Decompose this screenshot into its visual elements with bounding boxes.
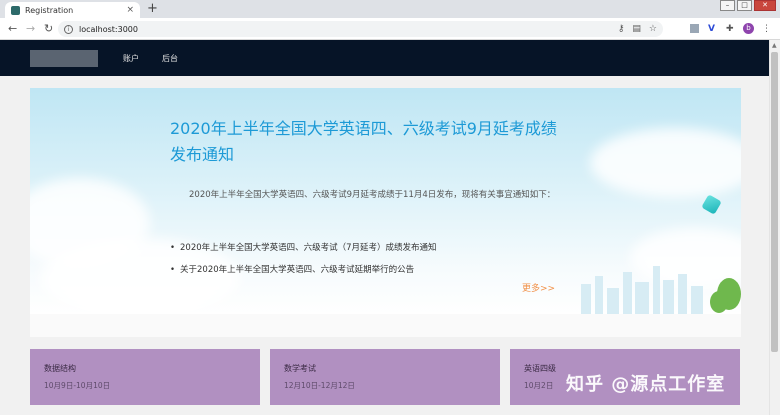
site-header: 账户 后台 bbox=[0, 40, 769, 76]
omnibox[interactable]: i localhost:3000 ⚷ ▤ ☆ bbox=[58, 21, 663, 37]
new-tab-button[interactable]: + bbox=[147, 1, 158, 17]
translate-icon[interactable]: ▤ bbox=[632, 24, 641, 34]
puzzle-icon[interactable]: ✚ bbox=[726, 22, 734, 36]
browser-tab[interactable]: Registration × bbox=[5, 2, 140, 18]
menu-dots-icon[interactable]: ⋮ bbox=[762, 22, 771, 36]
section-divider bbox=[30, 314, 741, 337]
announcement-link[interactable]: 关于2020年上半年全国大学英语四、六级考试延期举行的公告 bbox=[170, 259, 437, 281]
card-title: 数据结构 bbox=[44, 364, 76, 373]
reload-icon[interactable]: ↻ bbox=[44, 21, 53, 37]
tab-close-icon[interactable]: × bbox=[126, 5, 134, 15]
key-icon[interactable]: ⚷ bbox=[618, 24, 625, 34]
watermark-text: 知乎 @源点工作室 bbox=[566, 374, 726, 395]
tab-title: Registration bbox=[25, 5, 74, 15]
card-title: 英语四级 bbox=[524, 364, 556, 373]
url-text[interactable]: localhost:3000 bbox=[79, 25, 610, 34]
profile-avatar[interactable]: b bbox=[743, 23, 754, 34]
maximize-button[interactable]: □ bbox=[737, 0, 752, 11]
card-date: 10月9日-10月10日 bbox=[44, 381, 111, 390]
extension-icon[interactable] bbox=[690, 24, 699, 33]
card-title: 数学考试 bbox=[284, 364, 316, 373]
card-date: 12月10日-12月12日 bbox=[284, 381, 355, 390]
announcement-link[interactable]: 2020年上半年全国大学英语四、六级考试（7月延考）成绩发布通知 bbox=[170, 237, 437, 259]
card-date: 10月2日 bbox=[524, 381, 554, 390]
nav-link-admin[interactable]: 后台 bbox=[162, 53, 178, 64]
address-bar: ← → ↻ i localhost:3000 ⚷ ▤ ☆ V ✚ b ⋮ bbox=[0, 18, 780, 40]
close-window-button[interactable]: ✕ bbox=[754, 0, 776, 11]
banner-description: 2020年上半年全国大学英语四、六级考试9月延考成绩于11月4日发布，现将有关事… bbox=[189, 190, 556, 200]
hexagon-decoration-icon bbox=[701, 194, 722, 215]
scroll-up-arrow-icon[interactable]: ▲ bbox=[772, 42, 777, 49]
more-link[interactable]: 更多>> bbox=[522, 281, 555, 294]
favicon-icon bbox=[11, 5, 20, 15]
forward-arrow-icon[interactable]: → bbox=[26, 21, 35, 37]
cloud-decoration bbox=[590, 128, 741, 198]
window-controls: – □ ✕ bbox=[720, 0, 776, 11]
announcement-list: 2020年上半年全国大学英语四、六级考试（7月延考）成绩发布通知 关于2020年… bbox=[170, 237, 437, 281]
nav-link-account[interactable]: 账户 bbox=[123, 53, 139, 64]
back-arrow-icon[interactable]: ← bbox=[8, 21, 17, 37]
announcement-banner: 2020年上半年全国大学英语四、六级考试9月延考成绩发布通知 2020年上半年全… bbox=[30, 88, 741, 314]
city-skyline-illustration bbox=[581, 266, 741, 314]
minimize-button[interactable]: – bbox=[720, 0, 735, 11]
browser-tabstrip: Registration × + – □ ✕ bbox=[0, 0, 780, 18]
site-logo[interactable] bbox=[30, 50, 98, 67]
scrollbar-thumb[interactable] bbox=[771, 52, 778, 352]
bookmark-star-icon[interactable]: ☆ bbox=[649, 24, 657, 34]
exam-card[interactable]: 数据结构 10月9日-10月10日 bbox=[30, 349, 260, 405]
info-icon[interactable]: i bbox=[64, 24, 73, 34]
extension-v-icon[interactable]: V bbox=[708, 22, 715, 36]
exam-card[interactable]: 数学考试 12月10日-12月12日 bbox=[270, 349, 500, 405]
banner-title: 2020年上半年全国大学英语四、六级考试9月延考成绩发布通知 bbox=[170, 119, 557, 164]
